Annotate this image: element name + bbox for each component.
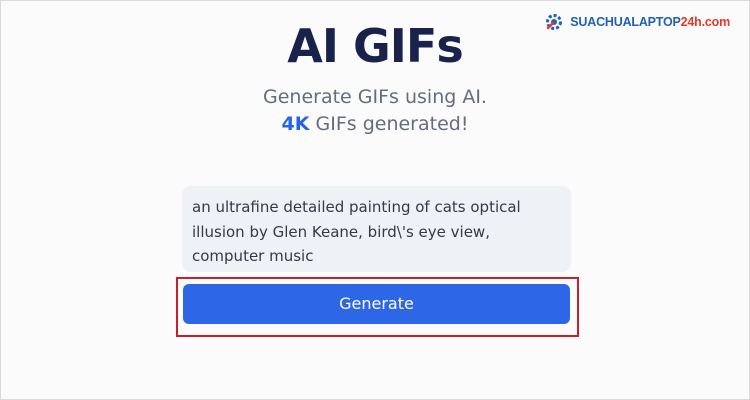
page-subtitle: Generate GIFs using AI. [263,86,487,108]
prompt-textarea[interactable]: an ultrafine detailed painting of cats o… [182,186,571,272]
generated-counter: 4K GIFs generated! [0,111,750,137]
generate-button[interactable]: Generate [183,284,570,324]
generated-count: 4K [281,113,310,135]
generated-count-suffix: GIFs generated! [309,113,469,135]
page-title: AI GIFs [287,19,463,73]
